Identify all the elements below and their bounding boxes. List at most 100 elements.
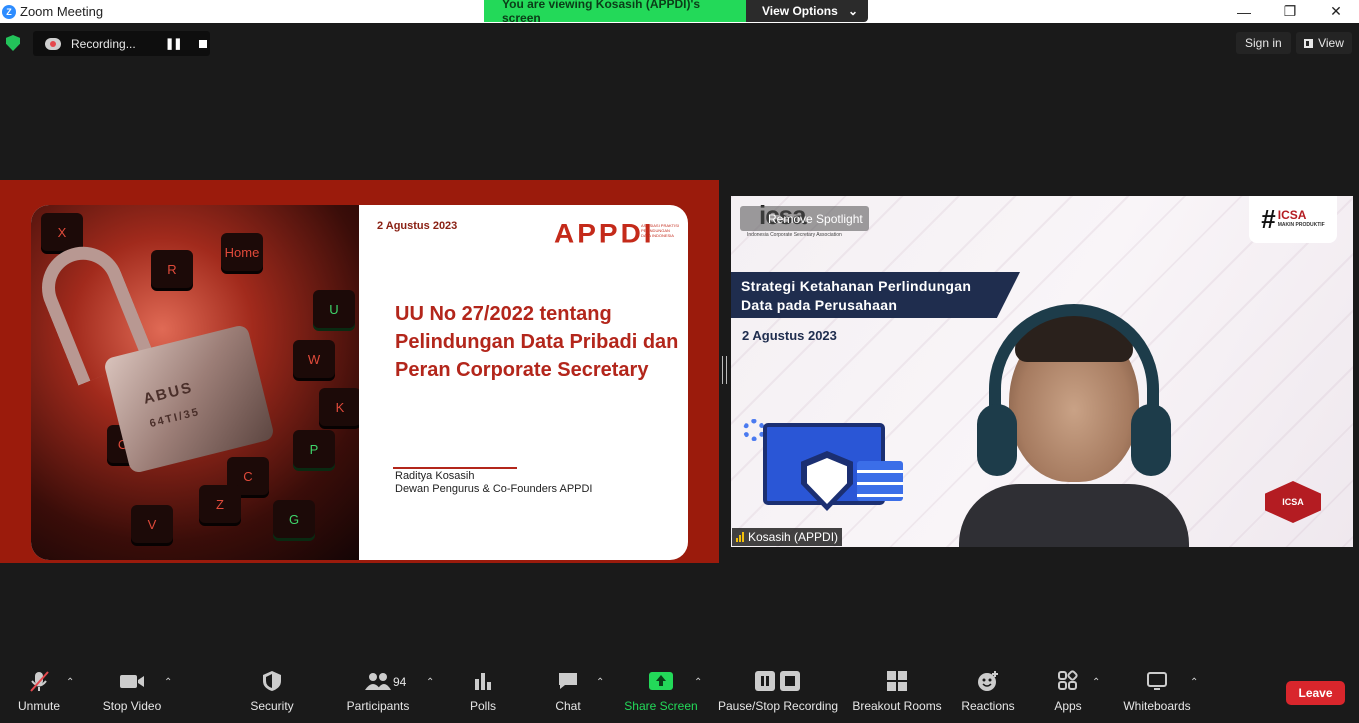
whiteboards-label: Whiteboards (1123, 699, 1191, 713)
minimize-button[interactable]: — (1221, 0, 1267, 23)
apps-icon (1058, 670, 1078, 690)
chat-icon (559, 673, 577, 689)
pause-recording-icon[interactable]: ❚❚ (165, 37, 182, 50)
shared-screen: X Home R U W K Ctrl P C Z G V ABUS 64TI/… (0, 180, 719, 563)
breakout-rooms-icon (887, 671, 907, 691)
security-button[interactable]: Security (246, 663, 298, 723)
slide-date: 2 Agustus 2023 (377, 220, 458, 232)
hashtag-badge: # ICSA MAKIN PRODUKTIF (1249, 196, 1337, 243)
slide-title: UU No 27/2022 tentang Pelindungan Data P… (395, 303, 679, 381)
slide-card: X Home R U W K Ctrl P C Z G V ABUS 64TI/… (31, 205, 688, 560)
cloud-recording-icon (45, 37, 61, 50)
polls-label: Polls (469, 699, 496, 713)
video-date: 2 Agustus 2023 (742, 328, 837, 343)
breakout-rooms-label: Breakout Rooms (852, 699, 942, 713)
participant-name: Kosasih (APPDI) (748, 530, 839, 544)
participants-icon (365, 673, 391, 690)
author-role: Dewan Pengurus & Co-Founders APPDI (395, 483, 593, 495)
participants-label: Participants (346, 699, 410, 713)
view-options-button[interactable]: View Options ⌄ (746, 0, 868, 22)
pause-stop-recording-icon (755, 671, 800, 691)
keyboard-key: K (319, 388, 359, 426)
slide-author: Raditya Kosasih Dewan Pengurus & Co-Foun… (395, 470, 593, 496)
breakout-rooms-button[interactable]: Breakout Rooms (852, 663, 942, 723)
meeting-toolbar: Unmute ⌃ Stop Video ⌃ Security Participa… (0, 663, 1359, 723)
keyboard-key: P (293, 430, 335, 468)
encryption-shield-icon[interactable] (6, 35, 20, 51)
speaker-shirt (959, 484, 1189, 547)
participants-options-caret[interactable]: ⌃ (426, 677, 434, 688)
chat-label: Chat (555, 699, 581, 713)
chevron-down-icon: ⌄ (847, 4, 858, 18)
panel-resize-handle[interactable] (722, 356, 727, 384)
viewing-screen-label: You are viewing Kosasih (APPDI)'s screen (484, 0, 746, 25)
stop-video-label: Stop Video (102, 699, 162, 713)
icsa-logo-subtitle: Indonesia Corporate Secretary Associatio… (747, 232, 842, 238)
view-options-label: View Options (762, 4, 838, 18)
gear-icon (743, 419, 765, 441)
stop-recording-icon[interactable] (199, 39, 208, 48)
divider (393, 467, 517, 469)
keyboard-key: Z (199, 485, 241, 523)
microphone-muted-icon (30, 671, 49, 692)
share-screen-label: Share Screen (624, 699, 698, 713)
reactions-smiley-icon (978, 671, 998, 691)
padlock-brand: ABUS (141, 378, 195, 408)
share-options-caret[interactable]: ⌃ (694, 677, 702, 688)
window-title: Zoom Meeting (20, 4, 104, 19)
audio-options-caret[interactable]: ⌃ (66, 677, 74, 688)
pause-stop-recording-button[interactable]: Pause/Stop Recording (718, 663, 838, 723)
participants-count: 94 (393, 675, 407, 689)
polls-button[interactable]: Polls (464, 663, 502, 723)
share-screen-button[interactable]: Share Screen (624, 663, 698, 723)
keyboard-key: W (293, 340, 335, 378)
stop-video-button[interactable]: Stop Video (100, 663, 164, 723)
reactions-button[interactable]: Reactions (960, 663, 1016, 723)
pause-stop-recording-label: Pause/Stop Recording (717, 699, 839, 713)
video-camera-icon (120, 675, 144, 688)
zoom-logo-icon: Z (2, 4, 16, 19)
padlock-code: 64TI/35 (148, 405, 202, 431)
banner-line-1: Strategi Ketahanan Perlindungan (741, 278, 972, 294)
security-label: Security (250, 699, 294, 713)
video-options-caret[interactable]: ⌃ (164, 677, 172, 688)
remove-spotlight-button[interactable]: Remove Spotlight (740, 206, 869, 231)
whiteboards-button[interactable]: Whiteboards (1120, 663, 1194, 723)
view-label: View (1318, 36, 1344, 50)
unmute-label: Unmute (17, 699, 61, 713)
keyboard-key: Home (221, 233, 263, 271)
banner-text: Strategi Ketahanan Perlindungan Data pad… (741, 277, 971, 315)
recording-indicator: Recording... ❚❚ (33, 31, 210, 56)
keyboard-key: G (273, 500, 315, 538)
participants-button[interactable]: Participants (344, 663, 412, 723)
hashtag-icon: # (1261, 204, 1276, 234)
keyboard-key: U (313, 290, 355, 328)
chat-options-caret[interactable]: ⌃ (596, 677, 604, 688)
appdi-tagline: ASOSIASI PRAKTISI PELINDUNGAN DATA INDON… (641, 223, 680, 238)
sign-in-button[interactable]: Sign in (1236, 32, 1291, 54)
keyboard-key: V (131, 505, 173, 543)
whiteboards-options-caret[interactable]: ⌃ (1190, 677, 1198, 688)
speaker-person (959, 304, 1189, 547)
window-controls: — ❐ ✕ (1221, 0, 1359, 23)
speaker-video-tile[interactable]: icsa Indonesia Corporate Secretary Assoc… (731, 196, 1353, 547)
leave-button[interactable]: Leave (1286, 681, 1345, 705)
banner-line-2: Data pada Perusahaan (741, 297, 898, 313)
participant-name-tag: Kosasih (APPDI) (732, 528, 843, 546)
view-button[interactable]: View (1296, 32, 1352, 54)
apps-options-caret[interactable]: ⌃ (1092, 677, 1100, 688)
close-button[interactable]: ✕ (1313, 0, 1359, 23)
chat-button[interactable]: Chat (549, 663, 587, 723)
view-layout-icon (1304, 38, 1314, 48)
server-stack-icon (857, 461, 903, 501)
author-name: Raditya Kosasih (395, 470, 475, 482)
unmute-button[interactable]: Unmute (14, 663, 64, 723)
keyboard-lock-photo: X Home R U W K Ctrl P C Z G V ABUS 64TI/… (31, 205, 359, 560)
share-screen-icon (649, 672, 673, 690)
headphone-cup-right (1131, 404, 1171, 476)
headphone-cup-left (977, 404, 1017, 476)
apps-button[interactable]: Apps (1050, 663, 1086, 723)
maximize-button[interactable]: ❐ (1267, 0, 1313, 23)
whiteboard-icon (1147, 672, 1167, 690)
apps-label: Apps (1054, 699, 1082, 713)
